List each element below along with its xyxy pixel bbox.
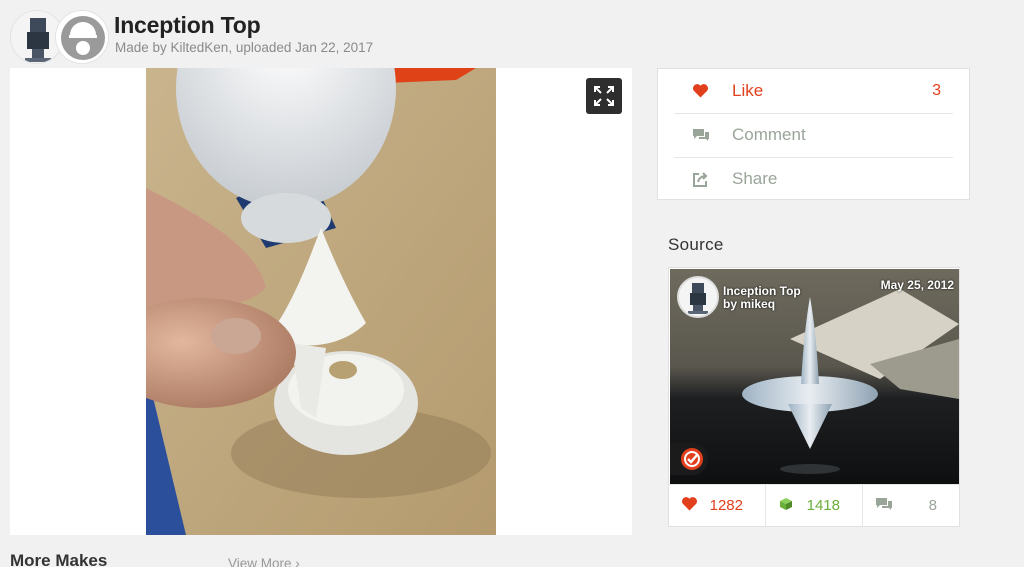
view-more-label: View More (228, 556, 292, 567)
comment-icon (875, 497, 893, 515)
source-likes-count: 1282 (709, 497, 743, 514)
collect-icon (778, 497, 794, 515)
share-label: Share (732, 169, 778, 188)
share-icon (674, 171, 714, 188)
source-thumbnail[interactable]: Inception Top by mikeq May 25, 2012 (670, 269, 959, 485)
view-more-link[interactable]: View More › (228, 556, 300, 567)
source-date: May 25, 2012 (880, 278, 954, 292)
expand-icon (594, 86, 614, 106)
source-card[interactable]: Inception Top by mikeq May 25, 2012 1282… (668, 267, 960, 527)
featured-badge-icon (681, 448, 703, 470)
source-collects[interactable]: 1418 (765, 485, 862, 526)
actions-card: Like 3 Comment Share (657, 68, 970, 200)
source-likes[interactable]: 1282 (669, 485, 765, 526)
heart-icon (681, 496, 698, 515)
source-heading: Source (668, 235, 724, 254)
source-collects-count: 1418 (806, 497, 840, 514)
comment-button[interactable]: Comment (674, 113, 953, 156)
source-comments[interactable]: 8 (862, 485, 959, 526)
source-avatar[interactable] (677, 276, 719, 318)
chevron-right-icon: › (295, 556, 300, 567)
main-photo-panel (10, 68, 632, 535)
source-comments-count: 8 (928, 497, 937, 514)
source-title[interactable]: Inception Top (723, 284, 801, 298)
source-author[interactable]: by mikeq (723, 297, 775, 311)
like-label: Like (732, 80, 764, 100)
user-avatar[interactable] (55, 10, 109, 64)
page-title: Inception Top (114, 12, 261, 38)
comment-icon (674, 128, 714, 142)
byline: Made by KiltedKen, uploaded Jan 22, 2017 (115, 40, 374, 55)
comment-label: Comment (732, 125, 806, 144)
source-stats: 1282 1418 8 (669, 484, 959, 526)
more-makes-heading: More Makes (10, 551, 108, 567)
share-button[interactable]: Share (674, 157, 953, 200)
like-count: 3 (932, 81, 941, 99)
heart-icon (674, 83, 714, 98)
main-photo[interactable] (146, 68, 496, 535)
featured-badge (670, 443, 708, 475)
expand-button[interactable] (586, 78, 622, 114)
like-button[interactable]: Like 3 (674, 69, 953, 112)
